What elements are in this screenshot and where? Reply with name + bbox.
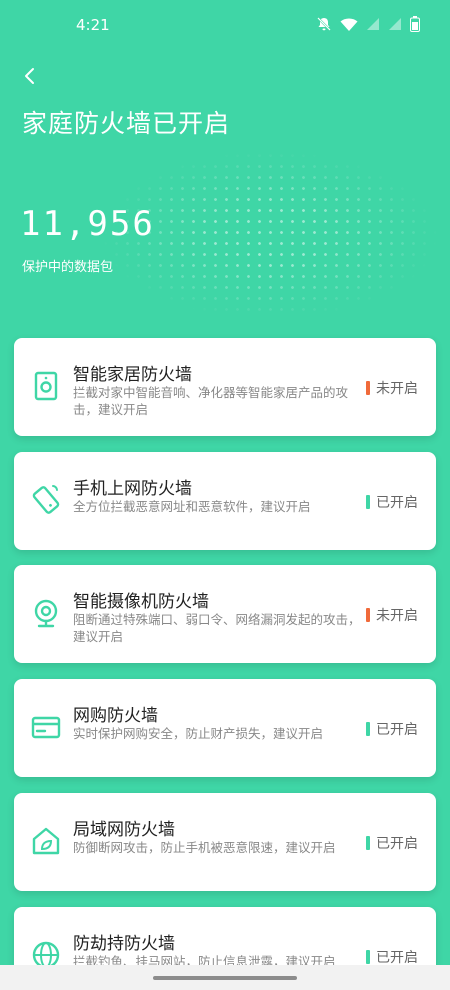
status-badge: 已开启	[366, 947, 418, 967]
status-indicator	[366, 381, 370, 395]
card-title: 智能摄像机防火墙	[73, 592, 209, 612]
status-badge: 未开启	[366, 605, 418, 625]
status-indicator	[366, 495, 370, 509]
home-leaf-icon	[28, 823, 64, 859]
card-description: 拦截对家中智能音响、净化器等智能家居产品的攻击，建议开启	[73, 385, 349, 417]
card-icon	[28, 709, 64, 745]
status-badge: 未开启	[366, 378, 418, 398]
card-description: 防御断网攻击，防止手机被恶意限速，建议开启	[73, 840, 336, 855]
chevron-left-icon	[25, 68, 34, 84]
card-title: 手机上网防火墙	[73, 479, 192, 499]
card-title: 网购防火墙	[73, 706, 158, 726]
page-title: 家庭防火墙已开启	[22, 109, 231, 138]
packet-counter: 11,956	[20, 204, 155, 244]
status-text: 已开启	[376, 495, 418, 511]
status-text: 未开启	[376, 608, 418, 624]
status-text: 已开启	[376, 722, 418, 738]
card-title: 局域网防火墙	[73, 820, 175, 840]
camera-icon	[28, 595, 64, 631]
card-description: 全方位拦截恶意网址和恶意软件，建议开启	[73, 499, 311, 514]
status-indicator	[366, 836, 370, 850]
bell-off-icon	[317, 17, 331, 31]
card-smart-home-firewall[interactable]: 智能家居防火墙 拦截对家中智能音响、净化器等智能家居产品的攻击，建议开启 未开启	[14, 338, 436, 436]
status-indicator	[366, 608, 370, 622]
status-icons	[316, 16, 420, 32]
status-indicator	[366, 950, 370, 964]
phone-shield-icon	[28, 482, 64, 518]
card-shopping-firewall[interactable]: 网购防火墙 实时保护网购安全，防止财产损失，建议开启 已开启	[14, 679, 436, 777]
smart-speaker-icon	[28, 368, 64, 404]
status-text: 已开启	[376, 836, 418, 852]
card-mobile-firewall[interactable]: 手机上网防火墙 全方位拦截恶意网址和恶意软件，建议开启 已开启	[14, 452, 436, 550]
card-lan-firewall[interactable]: 局域网防火墙 防御断网攻击，防止手机被恶意限速，建议开启 已开启	[14, 793, 436, 891]
status-badge: 已开启	[366, 492, 418, 512]
card-camera-firewall[interactable]: 智能摄像机防火墙 阻断通过特殊端口、弱口令、网络漏洞发起的攻击，建议开启 未开启	[14, 565, 436, 663]
back-button[interactable]	[18, 64, 42, 88]
card-description: 阻断通过特殊端口、弱口令、网络漏洞发起的攻击，建议开启	[73, 612, 361, 644]
card-title: 防劫持防火墙	[73, 934, 175, 954]
wifi-icon	[340, 18, 358, 31]
status-badge: 已开启	[366, 719, 418, 739]
card-description: 实时保护网购安全，防止财产损失，建议开启	[73, 726, 324, 741]
card-title: 智能家居防火墙	[73, 365, 192, 385]
status-text: 未开启	[376, 381, 418, 397]
signal-icon-2	[389, 18, 401, 30]
signal-icon	[367, 18, 379, 30]
status-time: 4:21	[76, 16, 110, 34]
packet-counter-label: 保护中的数据包	[22, 260, 114, 275]
battery-icon	[410, 16, 420, 32]
status-text: 已开启	[376, 950, 418, 966]
status-bar: 4:21	[0, 0, 450, 48]
home-indicator[interactable]	[153, 976, 297, 980]
status-indicator	[366, 722, 370, 736]
status-badge: 已开启	[366, 833, 418, 853]
